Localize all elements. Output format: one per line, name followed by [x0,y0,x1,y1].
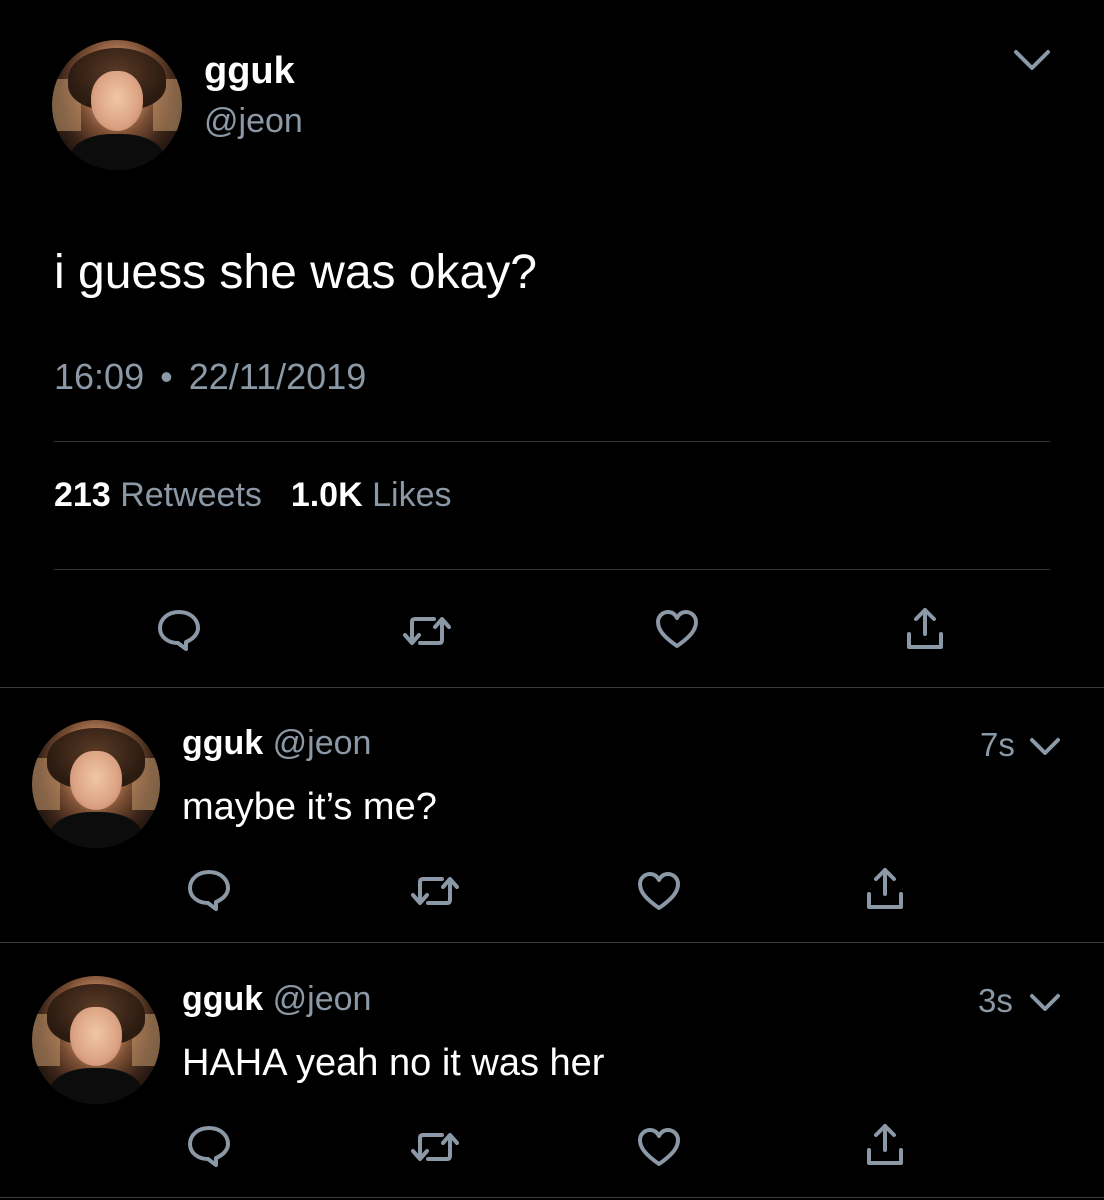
display-name[interactable]: gguk [182,724,263,762]
reply-icon[interactable] [186,1124,232,1168]
avatar[interactable] [52,40,182,170]
retweets-label: Retweets [120,476,262,514]
reply-header: gguk @jeon [182,724,371,763]
chevron-down-icon[interactable] [1028,992,1062,1014]
divider [54,569,1050,570]
retweet-icon[interactable] [410,1128,460,1166]
reply-icon[interactable] [186,868,232,912]
handle[interactable]: @jeon [273,980,372,1018]
tweet-text: i guess she was okay? [54,246,537,299]
tweet-text: HAHA yeah no it was her [182,1042,605,1084]
reply-icon[interactable] [156,608,202,652]
tweet-stats: 213 Retweets 1.0K Likes [54,476,451,515]
likes-count: 1.0K [290,476,363,514]
share-icon[interactable] [864,866,906,912]
display-name[interactable]: gguk [204,50,295,93]
heart-icon[interactable] [636,870,682,912]
heart-icon[interactable] [636,1126,682,1168]
meta-separator: • [160,356,173,397]
chevron-down-icon[interactable] [1028,736,1062,758]
heart-icon[interactable] [654,608,700,650]
reply-time: 7s [980,726,1015,763]
divider [0,1197,1104,1198]
retweet-icon[interactable] [402,612,452,650]
handle[interactable]: @jeon [273,724,372,762]
avatar[interactable] [32,720,160,848]
retweet-icon[interactable] [410,872,460,910]
divider [54,441,1050,442]
tweet-time: 16:09 [54,356,145,397]
likes-label: Likes [372,476,452,514]
divider [0,687,1104,688]
tweet-date: 22/11/2019 [188,356,367,397]
reply-time: 3s [978,982,1013,1019]
tweet-text: maybe it’s me? [182,786,437,828]
avatar[interactable] [32,976,160,1104]
likes-stat[interactable]: 1.0K Likes [291,476,452,514]
retweets-count: 213 [54,476,111,514]
divider [0,942,1104,943]
display-name[interactable]: gguk [182,980,263,1018]
share-icon[interactable] [864,1122,906,1168]
share-icon[interactable] [904,606,946,652]
chevron-down-icon[interactable] [1012,48,1052,74]
retweets-stat[interactable]: 213 Retweets [54,476,271,514]
handle[interactable]: @jeon [204,102,303,141]
reply-header: gguk @jeon [182,980,371,1019]
tweet-timestamp: 16:09 • 22/11/2019 [54,356,366,398]
